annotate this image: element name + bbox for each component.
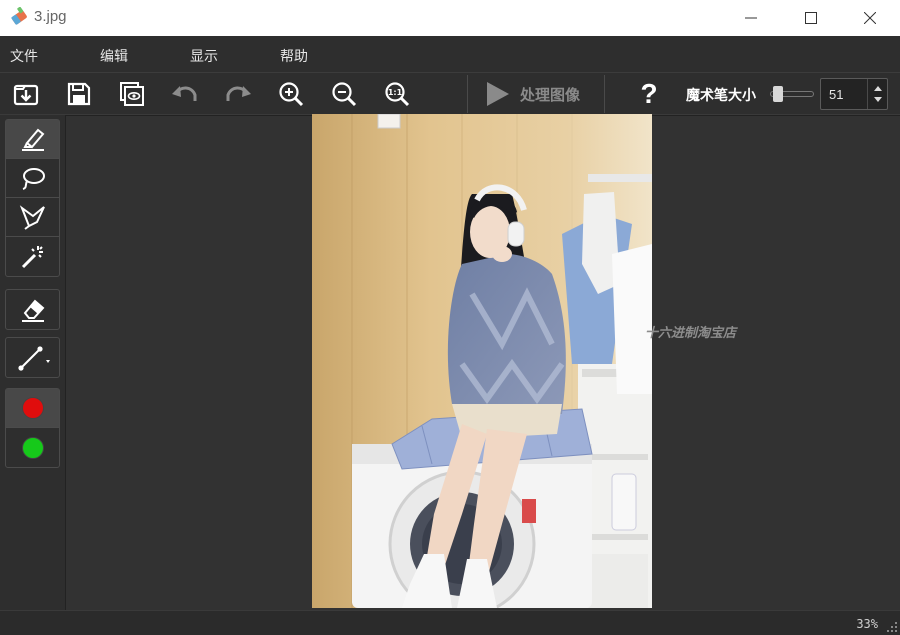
maximize-button[interactable] [788, 0, 834, 36]
preview-icon [120, 82, 144, 106]
line-icon [17, 345, 50, 371]
marker-icon [21, 128, 44, 151]
color-tools-group [5, 388, 60, 468]
resize-grip-icon[interactable] [887, 622, 897, 632]
zoom-out-button[interactable] [327, 77, 361, 111]
maximize-icon [805, 12, 817, 24]
zoom-level: 33% [856, 617, 878, 631]
brush-size-spinbox[interactable]: 51 [820, 78, 888, 110]
title-bar: 3.jpg [0, 0, 900, 36]
minimize-button[interactable] [728, 0, 774, 36]
menu-view[interactable]: 显示 [190, 46, 218, 66]
undo-button[interactable] [168, 77, 202, 111]
status-bar: 33% [0, 610, 900, 635]
line-tool-group [5, 337, 60, 378]
redo-button[interactable] [221, 77, 255, 111]
green-color-swatch [21, 436, 44, 459]
lasso-icon [22, 168, 45, 190]
magic-wand-icon [21, 245, 43, 268]
brush-size-label: 魔术笔大小 [686, 87, 756, 103]
polygon-lasso-tool-button[interactable] [6, 198, 59, 237]
slider-handle[interactable] [773, 86, 784, 102]
spin-down-icon[interactable] [874, 97, 882, 102]
import-button[interactable] [9, 77, 43, 111]
save-icon [67, 82, 91, 106]
zoom-in-icon [279, 82, 304, 107]
green-color-button[interactable] [6, 428, 59, 467]
redo-icon [226, 86, 251, 101]
image-canvas[interactable] [312, 114, 652, 608]
zoom-actual-button[interactable]: 1:1 [380, 77, 414, 111]
brush-size-slider[interactable] [770, 86, 814, 102]
play-icon [487, 82, 509, 106]
eraser-tool-button[interactable] [6, 290, 59, 329]
line-tool-button[interactable] [6, 338, 59, 377]
tool-sidebar [0, 115, 65, 610]
save-button[interactable] [62, 77, 96, 111]
selection-tools-group [5, 119, 60, 277]
menu-file[interactable]: 文件 [10, 46, 38, 66]
minimize-icon [745, 17, 757, 19]
lasso-tool-button[interactable] [6, 159, 59, 198]
watermark-text: 十六进制淘宝店 [645, 325, 737, 340]
zoom-actual-icon: 1:1 [385, 82, 410, 107]
red-color-swatch [21, 397, 44, 419]
process-image-button[interactable]: 处理图像 [467, 75, 605, 113]
app-eraser-icon [11, 7, 27, 25]
spin-up-icon[interactable] [874, 86, 882, 91]
close-button[interactable] [847, 0, 893, 36]
spin-arrows [867, 79, 887, 109]
close-icon [864, 12, 876, 24]
help-button[interactable]: ? [632, 77, 666, 111]
window-title: 3.jpg [34, 8, 67, 25]
photo-image [312, 114, 652, 608]
zoom-in-button[interactable] [274, 77, 308, 111]
red-color-button[interactable] [6, 389, 59, 428]
menu-help[interactable]: 帮助 [280, 46, 308, 66]
preview-button[interactable] [115, 77, 149, 111]
import-icon [13, 84, 39, 106]
marker-tool-button[interactable] [6, 120, 59, 159]
toolbar: 1:1 处理图像 ? 魔术笔大小 51 [0, 73, 900, 115]
eraser-tool-group [5, 289, 60, 330]
menu-edit[interactable]: 编辑 [100, 46, 128, 66]
zoom-out-icon [332, 82, 357, 107]
undo-icon [172, 86, 197, 101]
polygon-lasso-icon [19, 205, 45, 230]
eraser-icon [21, 299, 44, 322]
svg-text:1:1: 1:1 [388, 88, 403, 97]
brush-size-value: 51 [829, 87, 844, 102]
process-image-label: 处理图像 [520, 86, 581, 104]
menu-bar: 文件 编辑 显示 帮助 [0, 36, 900, 73]
magic-wand-tool-button[interactable] [6, 237, 59, 276]
